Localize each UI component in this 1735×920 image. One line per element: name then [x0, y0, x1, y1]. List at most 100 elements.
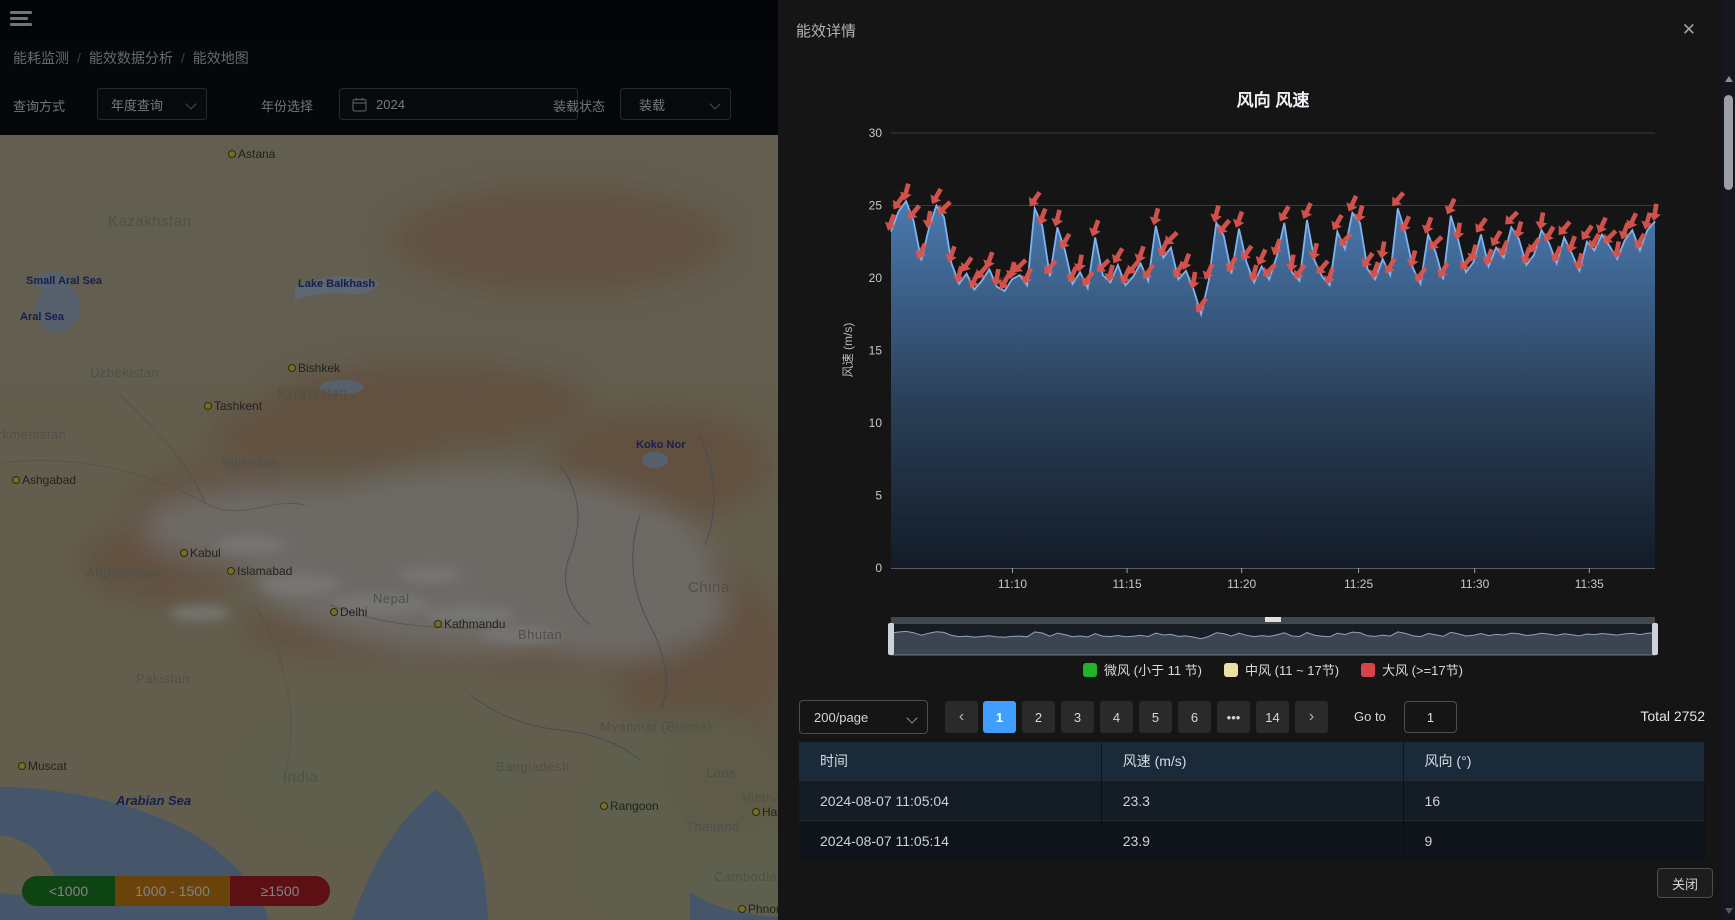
wind-direction-arrow [1049, 208, 1065, 228]
wind-direction-arrow [1259, 260, 1280, 281]
wind-direction-arrow [989, 268, 1004, 287]
wind-direction-arrow [1451, 222, 1466, 241]
wind-direction-arrow [1630, 231, 1649, 252]
y-tick-label: 30 [869, 126, 883, 140]
wind-direction-arrow [1025, 189, 1045, 210]
scrollbar-thumb[interactable] [1724, 95, 1733, 190]
wind-direction-arrow [1222, 254, 1241, 275]
drawer-mask[interactable] [0, 0, 778, 920]
page-size-select[interactable]: 200/page [799, 700, 928, 734]
wind-direction-arrow [1268, 237, 1285, 258]
wind-direction-arrow [1539, 224, 1558, 245]
more-pages-button[interactable]: ••• [1217, 701, 1250, 733]
goto-page-input[interactable] [1404, 701, 1457, 733]
close-icon[interactable]: ✕ [1676, 20, 1702, 39]
y-tick-label: 5 [875, 489, 882, 503]
wind-data-table: 时间风速 (m/s)风向 (°) 2024-08-07 11:05:0423.3… [799, 742, 1705, 860]
wind-direction-arrow [1160, 228, 1181, 249]
wind-direction-arrow [1306, 242, 1322, 262]
wind-direction-arrow [1186, 271, 1201, 290]
wind-direction-arrow [1375, 240, 1390, 259]
page-button-1[interactable]: 1 [983, 701, 1016, 733]
page-button-4[interactable]: 4 [1100, 701, 1133, 733]
wind-direction-arrow [1434, 260, 1453, 281]
wind-direction-arrow [1610, 240, 1625, 259]
x-tick-label: 11:15 [1113, 577, 1142, 591]
wind-direction-arrow [1381, 256, 1400, 277]
y-tick-label: 10 [869, 416, 883, 430]
datazoom-track[interactable] [891, 623, 1655, 655]
wind-direction-arrow [1200, 261, 1218, 282]
scroll-up-icon[interactable] [1725, 76, 1733, 82]
x-tick-label: 11:30 [1460, 577, 1489, 591]
wind-direction-arrow [951, 265, 967, 285]
page-button-14[interactable]: 14 [1256, 701, 1289, 733]
close-button[interactable]: 关闭 [1657, 868, 1713, 898]
wind-direction-arrow [882, 212, 899, 233]
wind-direction-arrow [1442, 196, 1460, 217]
wind-direction-arrow [1138, 261, 1158, 282]
pagination: 200/page ‹123456•••14› Go to Total 2752 [778, 700, 1722, 734]
wind-direction-arrow [1577, 222, 1597, 243]
wind-direction-arrow [1396, 214, 1414, 235]
wind-direction-arrow [1116, 266, 1134, 287]
datazoom-right-handle[interactable] [1652, 623, 1658, 655]
wind-direction-arrow [927, 186, 946, 207]
x-tick-label: 11:25 [1344, 577, 1373, 591]
y-tick-label: 25 [869, 199, 883, 213]
table-column-header: 风速 (m/s) [1101, 742, 1403, 781]
wind-direction-arrow [1004, 260, 1020, 280]
wind-direction-arrow [1486, 228, 1505, 249]
page-button-5[interactable]: 5 [1139, 701, 1172, 733]
datazoom-left-handle[interactable] [888, 623, 894, 655]
wind-direction-arrow [957, 254, 977, 275]
wind-direction-arrow [1290, 261, 1310, 282]
legend-swatch [1224, 663, 1238, 677]
wind-direction-arrow [1554, 218, 1575, 239]
wind-direction-arrow [1616, 221, 1633, 242]
wind-direction-arrow [1108, 245, 1127, 266]
wind-direction-arrow [1405, 249, 1421, 269]
wind-direction-arrow [1284, 254, 1299, 273]
wind-direction-arrow [1599, 227, 1620, 248]
wind-direction-arrow [1343, 193, 1361, 214]
wind-direction-arrow [1321, 266, 1338, 287]
next-page-button[interactable]: › [1295, 701, 1328, 733]
wind-direction-arrow [1334, 230, 1355, 251]
chart-hscroll-thumb[interactable] [1265, 617, 1281, 622]
wind-direction-arrow [1495, 238, 1513, 259]
wind-direction-arrow [1352, 204, 1368, 224]
wind-direction-arrow [965, 270, 983, 291]
scroll-down-icon[interactable] [1725, 908, 1733, 914]
wind-direction-arrow [1501, 208, 1522, 229]
wind-direction-arrow [1018, 266, 1036, 287]
table-cell: 23.3 [1101, 781, 1403, 821]
page-button-2[interactable]: 2 [1022, 701, 1055, 733]
wind-speed-line [891, 201, 1655, 314]
legend-item[interactable]: 微风 (小于 11 节) [1083, 660, 1202, 679]
table-column-header: 风向 (°) [1403, 742, 1704, 781]
wind-direction-arrow [1246, 263, 1262, 283]
wind-direction-arrow [1078, 268, 1098, 289]
page-scrollbar[interactable] [1722, 0, 1735, 920]
wind-direction-arrow [1073, 254, 1088, 273]
wind-direction-arrow [921, 210, 936, 229]
prev-page-button[interactable]: ‹ [945, 701, 978, 733]
wind-direction-arrow [1419, 215, 1436, 236]
wind-direction-arrow [1132, 244, 1149, 265]
wind-direction-arrow [1623, 211, 1641, 232]
legend-swatch [1083, 663, 1097, 677]
table-cell: 2024-08-07 11:05:04 [799, 781, 1101, 821]
wind-direction-arrow [1465, 243, 1481, 263]
wind-direction-arrow [1480, 247, 1497, 268]
page-button-6[interactable]: 6 [1178, 701, 1211, 733]
page-button-3[interactable]: 3 [1061, 701, 1094, 733]
legend-item[interactable]: 大风 (>=17节) [1361, 660, 1463, 679]
wind-direction-arrow [1471, 215, 1491, 236]
wind-direction-arrow [1648, 203, 1663, 222]
goto-label: Go to [1354, 709, 1386, 724]
legend-item[interactable]: 中风 (11 ~ 17节) [1224, 660, 1339, 679]
wind-direction-arrow [995, 272, 1014, 293]
wind-direction-arrow [898, 182, 914, 202]
page-size-value: 200/page [814, 710, 868, 725]
